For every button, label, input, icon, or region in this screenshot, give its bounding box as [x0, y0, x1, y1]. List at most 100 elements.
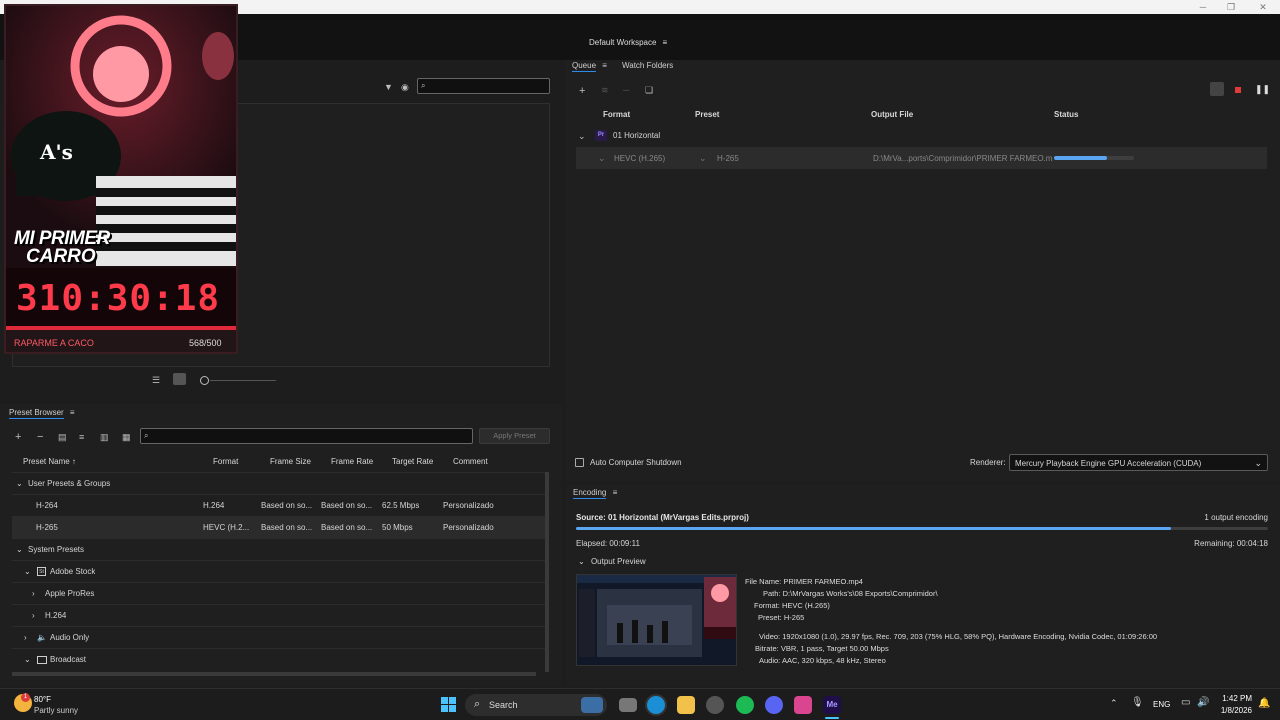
instagram-icon[interactable] — [794, 696, 812, 714]
maximize-icon[interactable]: ❐ — [1222, 2, 1240, 13]
premiere-badge-icon: Pr — [595, 130, 607, 141]
encode-toggle-icon[interactable] — [1210, 82, 1224, 96]
col-preset[interactable]: Preset — [695, 110, 719, 119]
chevron-up-icon[interactable]: ⌃ — [1110, 698, 1118, 709]
col-comment[interactable]: Comment — [453, 457, 488, 466]
output-preview-thumbnail — [576, 574, 737, 666]
eye-icon[interactable]: ◉ — [401, 82, 409, 93]
weather-desc[interactable]: Partly sunny — [34, 706, 78, 715]
preset-settings-icon[interactable]: ≡ — [79, 432, 84, 442]
col-frame-size[interactable]: Frame Size — [270, 457, 311, 466]
workspace-selector[interactable]: Default Workspace ≡ — [574, 34, 684, 50]
new-preset-icon[interactable]: + — [15, 431, 21, 443]
col-format[interactable]: Format — [603, 110, 630, 119]
apply-preset-button[interactable]: Apply Preset — [479, 428, 550, 444]
notification-icon[interactable]: 🔔 — [1258, 698, 1270, 709]
queue-item-preset[interactable]: H-265 — [717, 154, 739, 163]
tree-item-audio-only[interactable]: › 🔈 Audio Only — [12, 626, 546, 648]
table-row[interactable]: H-265 HEVC (H.2... Based on so... Based … — [12, 516, 546, 538]
col-status[interactable]: Status — [1054, 110, 1078, 119]
encoding-title: Encoding — [573, 488, 607, 499]
encoding-menu-icon[interactable]: ≡ — [613, 488, 618, 497]
stop-icon[interactable] — [1235, 87, 1241, 93]
taskbar-search[interactable]: ⌕ Search — [465, 694, 607, 716]
duplicate-icon[interactable]: ❏ — [645, 85, 653, 96]
overlay-title-line2: CARRO — [26, 246, 96, 267]
volume-icon[interactable]: 🔊 — [1197, 697, 1209, 708]
filter-icon[interactable]: ▼ — [384, 82, 393, 92]
settings-icon[interactable]: ≋ — [601, 85, 609, 96]
clock-time[interactable]: 1:42 PM — [1218, 694, 1252, 703]
encoding-panel: Encoding ≡ Source: 01 Horizontal (MrVarg… — [565, 484, 1280, 687]
clock-date[interactable]: 1/8/2026 — [1214, 706, 1252, 715]
col-preset-name[interactable]: Preset Name ↑ — [23, 457, 76, 466]
tree-item-user-presets[interactable]: ⌄ User Presets & Groups — [12, 472, 546, 494]
menu-icon[interactable]: ≡ — [662, 38, 667, 47]
queue-item-output[interactable]: D:\MrVa...ports\Comprimidor\PRIMER FARME… — [873, 154, 1053, 163]
tree-item-h264[interactable]: › H.264 — [12, 604, 546, 626]
path-key: Path: — [763, 589, 781, 598]
tree-item-apple-prores[interactable]: › Apple ProRes — [12, 582, 546, 604]
output-preview-toggle[interactable]: ⌄ Output Preview — [578, 557, 646, 566]
renderer-select[interactable]: Mercury Playback Engine GPU Acceleration… — [1009, 454, 1268, 471]
col-output-file[interactable]: Output File — [871, 110, 913, 119]
preset-browser-panel: Preset Browser ≡ + − ▤ ≡ ▥ ▦ ⌕ Apply Pre… — [0, 404, 562, 687]
tree-item-adobe-stock[interactable]: ⌄ St Adobe Stock — [12, 560, 546, 582]
video-key: Video: — [759, 632, 781, 641]
group-icon[interactable]: ▤ — [58, 432, 67, 443]
file-explorer-icon[interactable] — [677, 696, 695, 714]
weather-temp[interactable]: 80°F — [34, 695, 51, 704]
preset-browser-title: Preset Browser — [9, 408, 64, 419]
minimize-icon[interactable]: ─ — [1194, 2, 1212, 12]
close-icon[interactable]: ✕ — [1254, 2, 1272, 13]
horizontal-scrollbar[interactable] — [12, 672, 536, 676]
remaining-time: Remaining: 00:04:18 — [1194, 539, 1268, 548]
search-icon: ⌕ — [474, 698, 481, 710]
remove-icon[interactable]: ─ — [623, 85, 629, 95]
format-dropdown-icon[interactable]: ⌄ — [598, 153, 606, 164]
col-frame-rate[interactable]: Frame Rate — [331, 457, 373, 466]
spotify-icon[interactable] — [736, 696, 754, 714]
col-format[interactable]: Format — [213, 457, 238, 466]
chevron-right-icon: › — [32, 589, 35, 598]
zoom-slider-handle[interactable] — [200, 376, 209, 385]
zoom-slider-track[interactable] — [210, 380, 276, 381]
remove-preset-icon[interactable]: − — [37, 431, 43, 443]
task-view-icon[interactable] — [619, 698, 637, 712]
import-icon[interactable]: ▥ — [100, 432, 109, 443]
add-icon[interactable]: + — [579, 85, 585, 97]
format-value: HEVC (H.265) — [781, 601, 830, 610]
start-icon[interactable] — [441, 697, 456, 712]
edge-icon[interactable] — [647, 696, 665, 714]
scrollbar[interactable] — [545, 472, 549, 672]
media-encoder-icon[interactable]: Me — [823, 696, 841, 714]
obs-icon[interactable] — [706, 696, 724, 714]
list-view-icon[interactable]: ☰ — [152, 375, 160, 386]
queue-item-format[interactable]: HEVC (H.265) — [614, 154, 665, 163]
preset-search-input[interactable]: ⌕ — [140, 428, 473, 444]
queue-panel: Queue ≡ Watch Folders + ≋ ─ ❏ ❚❚ Format … — [565, 60, 1280, 481]
table-row[interactable]: H-264 H.264 Based on so... Based on so..… — [12, 494, 546, 516]
discord-icon[interactable] — [765, 696, 783, 714]
preset-menu-icon[interactable]: ≡ — [70, 408, 75, 417]
microphone-icon[interactable]: 🎙 — [1131, 697, 1144, 708]
network-icon[interactable]: ▭ — [1181, 697, 1190, 708]
tree-item-system-presets[interactable]: ⌄ System Presets — [12, 538, 546, 560]
overlay-caption: RAPARME A CACO — [14, 338, 94, 348]
export-icon[interactable]: ▦ — [122, 432, 131, 443]
pause-icon[interactable]: ❚❚ — [1255, 84, 1270, 95]
queue-item[interactable]: ⌄ HEVC (H.265) ⌄ H-265 D:\MrVa...ports\C… — [576, 147, 1267, 169]
chevron-right-icon: › — [24, 633, 27, 642]
media-search-input[interactable]: ⌕ — [417, 78, 550, 94]
language-indicator[interactable]: ENG — [1153, 700, 1170, 709]
preset-dropdown-icon[interactable]: ⌄ — [699, 153, 707, 164]
col-target-rate[interactable]: Target Rate — [392, 457, 433, 466]
thumbnail-view-icon[interactable] — [173, 373, 186, 385]
tree-item-broadcast[interactable]: ⌄ Broadcast — [12, 648, 546, 670]
tab-watch-folders[interactable]: Watch Folders — [622, 61, 673, 70]
auto-shutdown-checkbox[interactable] — [575, 458, 584, 467]
tab-queue[interactable]: Queue — [572, 61, 597, 72]
chevron-down-icon[interactable]: ⌄ — [578, 131, 586, 142]
queue-menu-icon[interactable]: ≡ — [602, 61, 607, 70]
format-key: Format: — [754, 601, 780, 610]
